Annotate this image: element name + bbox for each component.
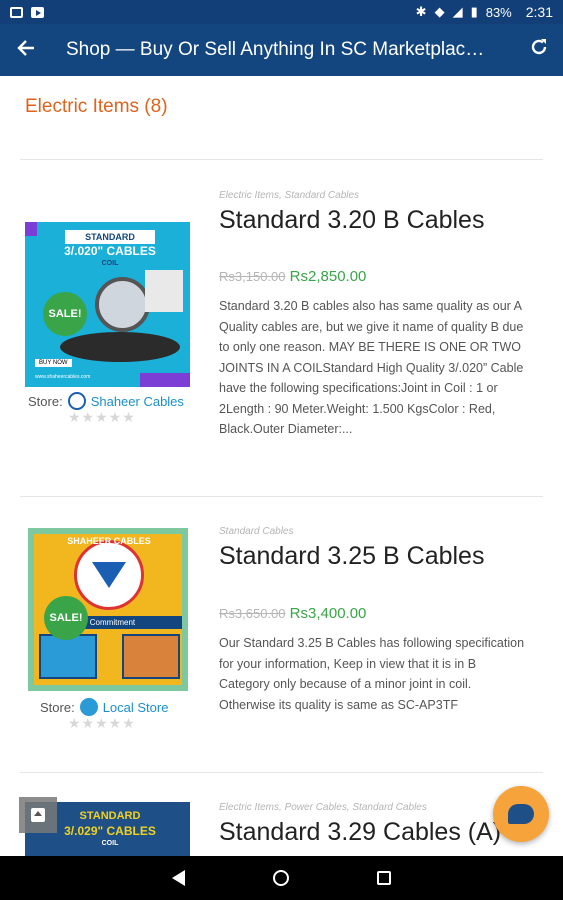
product-price: Rs3,150.00 Rs2,850.00	[219, 268, 366, 285]
status-bar: ✱ ◆ ◢ ▮ 83% 2:31	[0, 0, 563, 24]
image-text: COIL	[101, 840, 119, 847]
nav-back-icon[interactable]	[172, 870, 185, 886]
divider	[20, 496, 543, 497]
refresh-button[interactable]	[515, 37, 563, 63]
system-nav-bar	[0, 856, 563, 900]
sale-badge: SALE!	[44, 596, 88, 640]
sale-price: Rs2,850.00	[289, 268, 367, 285]
signal-icon: ◢	[452, 4, 463, 19]
store-label: Store:	[28, 393, 63, 409]
product-image[interactable]: STANDARD 3/.020" CABLES COIL BUY NOW www…	[25, 222, 190, 387]
store-logo	[67, 392, 86, 410]
bluetooth-icon: ✱	[415, 4, 427, 19]
image-text: www.shaheercables.com	[35, 374, 91, 380]
image-text: STANDARD	[85, 232, 135, 242]
store-logo	[79, 698, 98, 716]
battery-icon: ▮	[470, 4, 478, 19]
store-link[interactable]: Store: Shaheer Cables	[28, 392, 184, 410]
page-title: Shop — Buy Or Sell Anything In SC Market…	[66, 39, 492, 60]
sale-badge: SALE!	[43, 292, 87, 336]
chat-button[interactable]	[493, 786, 549, 842]
battery-level: 83%	[485, 4, 512, 20]
product-description: Our Standard 3.25 B Cables has following…	[219, 636, 525, 712]
image-text: 3/.029" CABLES	[64, 824, 156, 838]
chat-icon	[508, 804, 534, 824]
image-text: BUY NOW	[35, 359, 72, 367]
image-text: 3/.020" CABLES	[64, 244, 156, 258]
scroll-top-button[interactable]	[19, 797, 57, 833]
scroll-top-icon	[31, 808, 45, 822]
image-text: COIL	[101, 260, 119, 267]
nav-home-icon[interactable]	[273, 870, 289, 886]
sale-price: Rs3,400.00	[289, 605, 367, 622]
divider	[20, 772, 543, 773]
product-categories[interactable]: Electric Items, Standard Cables	[219, 190, 359, 201]
arrow-left-icon	[17, 40, 34, 56]
app-bar: Shop — Buy Or Sell Anything In SC Market…	[0, 24, 563, 76]
product-description: Standard 3.20 B cables also has same qua…	[219, 299, 524, 436]
product-title[interactable]: Standard 3.20 B Cables	[219, 206, 484, 235]
gallery-notification-icon	[10, 6, 23, 18]
clock: 2:31	[525, 4, 553, 20]
product-title[interactable]: Standard 3.25 B Cables	[219, 542, 484, 571]
product-categories[interactable]: Standard Cables	[219, 526, 294, 537]
youtube-notification-icon	[31, 6, 44, 18]
product-price: Rs3,650.00 Rs3,400.00	[219, 605, 366, 622]
rating-stars: ★★★★★	[68, 715, 136, 731]
rating-stars: ★★★★★	[68, 409, 136, 425]
old-price: Rs3,650.00	[219, 606, 286, 621]
back-button[interactable]	[0, 37, 52, 63]
store-label: Store:	[40, 699, 75, 715]
product-categories[interactable]: Electric Items, Power Cables, Standard C…	[219, 802, 427, 813]
image-text: SHAHEER CABLES	[67, 536, 151, 546]
store-name[interactable]: Shaheer Cables	[91, 394, 184, 409]
product-list: Electric Items (8) STANDARD 3/.020" CABL…	[0, 76, 563, 856]
product-image[interactable]: SHAHEER CABLES s Our Commitment SALE!	[28, 528, 188, 691]
store-name[interactable]: Local Store	[103, 700, 169, 715]
divider	[20, 159, 543, 160]
store-link[interactable]: Store: Local Store	[28, 698, 168, 716]
image-text: STANDARD	[79, 810, 141, 822]
product-title[interactable]: Standard 3.29 Cables (A)	[219, 818, 501, 847]
wifi-icon: ◆	[434, 4, 445, 19]
category-title: Electric Items (8)	[25, 96, 168, 117]
nav-recents-icon[interactable]	[377, 871, 391, 885]
refresh-icon	[531, 39, 547, 55]
old-price: Rs3,150.00	[219, 269, 286, 284]
